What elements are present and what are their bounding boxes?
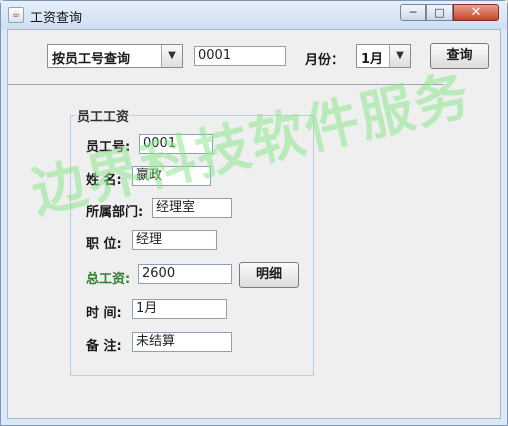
detail-button[interactable]: 明细 [239,262,299,288]
close-button[interactable]: ✕ [453,4,499,21]
emp-no-field[interactable]: 0001 [139,134,213,154]
java-app-icon: ☕ [8,7,24,23]
dept-field[interactable]: 经理室 [152,198,232,218]
chevron-down-icon[interactable]: ▼ [161,45,182,67]
time-label: 时 间: [86,306,122,321]
remark-label: 备 注: [86,339,122,354]
month-label: 月份： [305,53,345,68]
minimize-button[interactable]: ─ [400,4,426,21]
position-field[interactable]: 经理 [132,230,217,250]
title-bar: ☕ 工资查询 ─ □ ✕ [1,1,507,29]
month-select[interactable]: 1月 ▼ [356,44,411,68]
app-window: ☕ 工资查询 ─ □ ✕ 按员工号查询 ▼ 0001 月份： 1月 ▼ 查询 员… [0,0,508,426]
total-salary-label: 总工资: [86,272,131,287]
separator [8,84,444,85]
query-button[interactable]: 查询 [430,43,489,69]
remark-field[interactable]: 未结算 [132,332,232,352]
window-title: 工资查询 [30,11,83,26]
query-type-select[interactable]: 按员工号查询 ▼ [47,44,183,68]
content-panel: 按员工号查询 ▼ 0001 月份： 1月 ▼ 查询 员工工资 员工号: 0001… [7,29,501,419]
time-field[interactable]: 1月 [132,299,227,319]
name-label: 姓 名: [86,173,122,188]
maximize-button[interactable]: □ [426,4,453,21]
chevron-down-icon[interactable]: ▼ [389,45,410,67]
name-field[interactable]: 嬴政 [132,166,211,186]
position-label: 职 位: [86,237,122,252]
dept-label: 所属部门: [86,205,144,220]
query-type-value: 按员工号查询 [52,52,131,67]
group-legend: 员工工资 [77,110,130,125]
total-salary-field[interactable]: 2600 [138,264,232,284]
emp-no-label: 员工号: [86,140,131,155]
query-input[interactable]: 0001 [194,46,286,66]
month-value: 1月 [361,52,384,67]
